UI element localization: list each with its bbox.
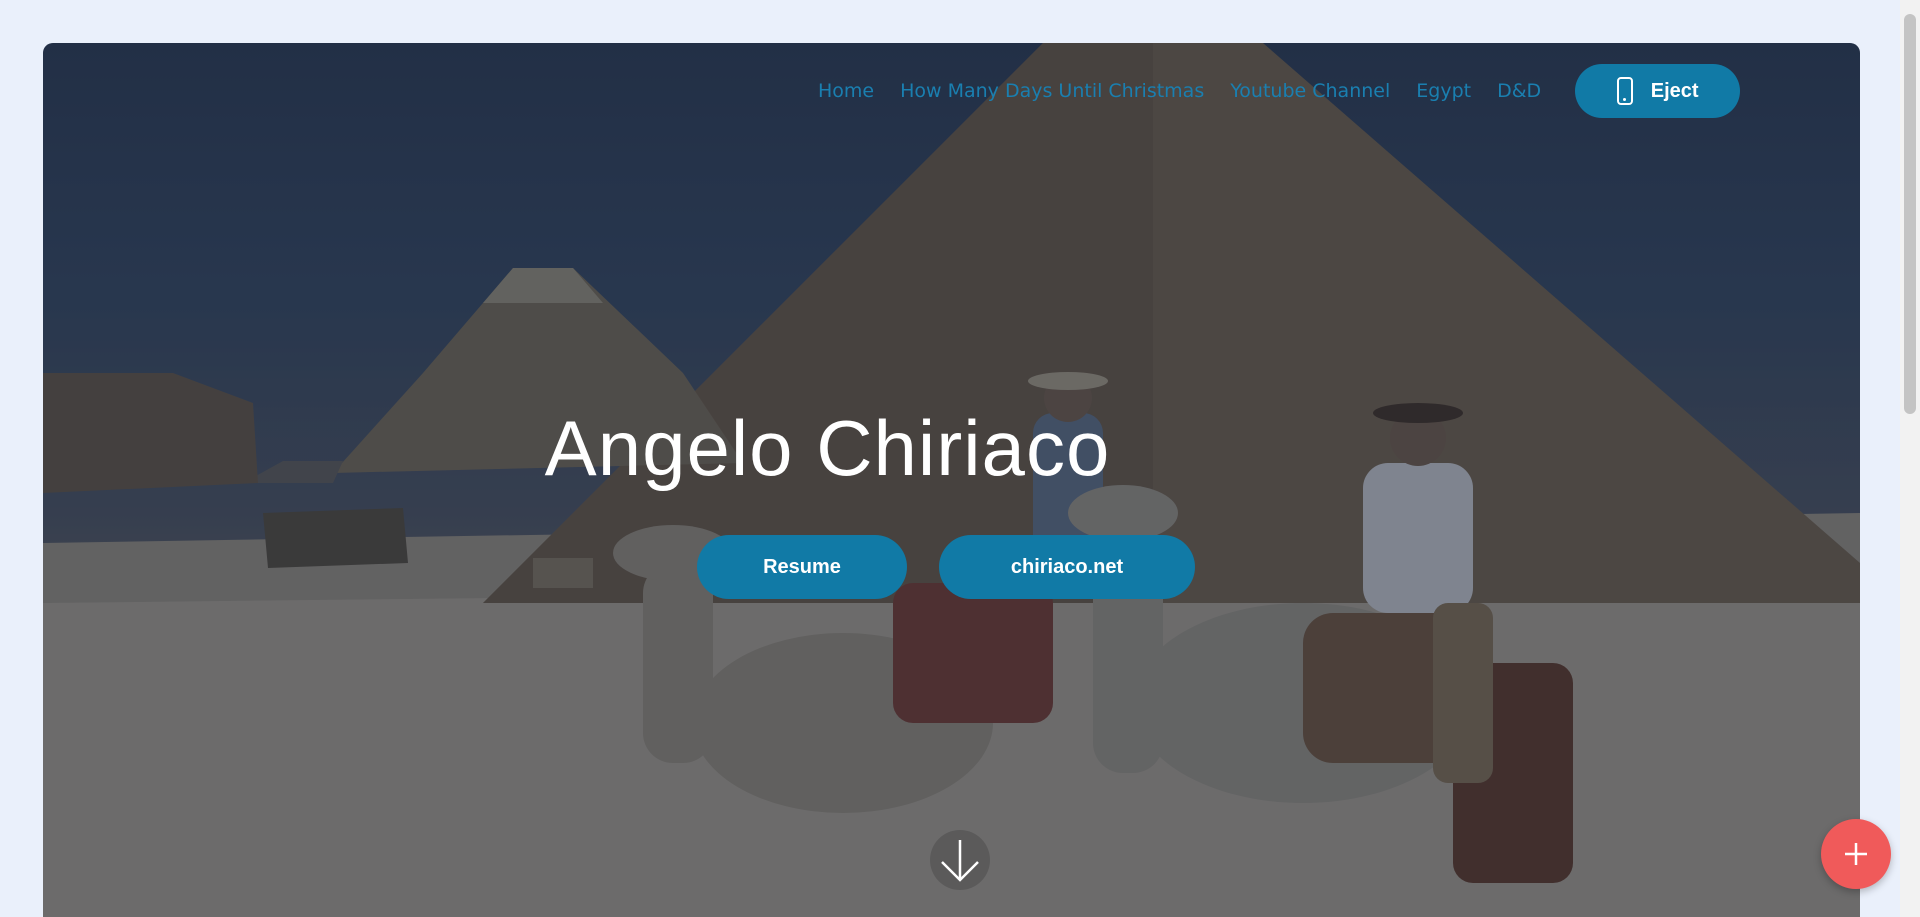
chiriaco-net-button-label: chiriaco.net <box>1010 555 1124 578</box>
nav-link-egypt[interactable]: Egypt <box>1416 80 1471 102</box>
chiriaco-net-button[interactable]: chiriaco.net <box>939 535 1195 599</box>
hero-button-group: Resume chiriaco.net <box>697 535 1195 599</box>
eject-button-label: Eject <box>1650 79 1699 102</box>
scrollbar-thumb[interactable] <box>1904 14 1916 414</box>
plus-icon <box>1845 843 1867 865</box>
hero-section: Home How Many Days Until Christmas Youtu… <box>43 43 1860 917</box>
eject-button[interactable]: Eject <box>1575 64 1741 118</box>
nav-link-dnd[interactable]: D&D <box>1497 80 1541 102</box>
scroll-down-button[interactable] <box>930 830 990 890</box>
phone-icon <box>1616 77 1633 105</box>
top-navigation: Home How Many Days Until Christmas Youtu… <box>818 64 1741 118</box>
nav-link-christmas-countdown[interactable]: How Many Days Until Christmas <box>900 80 1204 102</box>
floating-add-button[interactable] <box>1821 819 1891 889</box>
resume-button-label: Resume <box>763 555 841 578</box>
nav-link-youtube-channel[interactable]: Youtube Channel <box>1230 80 1390 102</box>
page: Home How Many Days Until Christmas Youtu… <box>0 0 1920 917</box>
arrow-down-icon <box>941 840 979 882</box>
page-scrollbar[interactable] <box>1900 0 1920 917</box>
resume-button[interactable]: Resume <box>697 535 907 599</box>
hero-title: Angelo Chiriaco <box>544 404 1111 492</box>
nav-link-home[interactable]: Home <box>818 80 874 102</box>
